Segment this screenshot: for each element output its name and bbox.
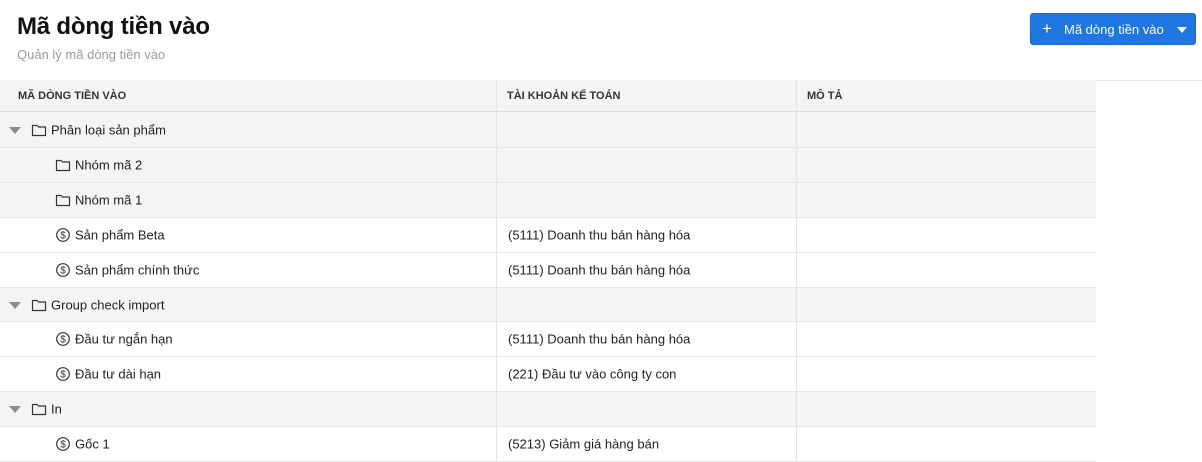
expand-triangle-icon[interactable] (9, 406, 21, 413)
row-account: (221) Đầu tư vào công ty con (508, 366, 677, 382)
table-header: MÃ DÒNG TIỀN VÀO TÀI KHOẢN KẾ TOÁN MÔ TẢ (0, 80, 1096, 112)
folder-icon (31, 401, 47, 417)
folder-icon (31, 297, 47, 313)
table-row[interactable]: $ Sản phẩm Beta (5111) Doanh thu bán hàn… (0, 218, 1096, 253)
column-header-code[interactable]: MÃ DÒNG TIỀN VÀO (8, 80, 496, 111)
table-row[interactable]: Phân loại sản phẩm (0, 112, 1096, 148)
row-name: Phân loại sản phẩm (51, 122, 166, 137)
row-name: Gốc 1 (75, 436, 110, 452)
row-name: Nhóm mã 2 (75, 157, 143, 173)
svg-text:$: $ (60, 440, 66, 451)
dollar-circle-icon: $ (55, 366, 71, 382)
row-account: (5213) Giảm giá hàng bán (508, 436, 660, 452)
row-account: (5111) Doanh thu bán hàng hóa (508, 262, 691, 278)
svg-text:$: $ (60, 266, 66, 277)
table-row[interactable]: In (0, 392, 1096, 427)
row-name: In (51, 401, 62, 417)
row-account: (5111) Doanh thu bán hàng hóa (508, 227, 691, 243)
add-cashflow-code-button[interactable]: + Mã dòng tiền vào (1030, 13, 1196, 45)
row-name: Đầu tư dài hạn (75, 366, 162, 382)
svg-text:$: $ (60, 335, 66, 346)
table-row[interactable]: $ Đầu tư dài hạn (221) Đầu tư vào công t… (0, 357, 1096, 392)
dollar-circle-icon: $ (55, 262, 71, 278)
table-row[interactable]: $ Sản phẩm chính thức (5111) Doanh thu b… (0, 253, 1096, 288)
page-subtitle: Quản lý mã dòng tiền vào (17, 47, 166, 62)
table-row[interactable]: $ Đầu tư ngắn hạn (5111) Doanh thu bán h… (0, 322, 1096, 357)
row-name: Sản phẩm Beta (75, 227, 165, 243)
row-name: Nhóm mã 1 (75, 192, 143, 208)
column-header-description[interactable]: MÔ TẢ (796, 80, 1096, 111)
dollar-circle-icon: $ (55, 331, 71, 347)
row-name: Sản phẩm chính thức (75, 262, 200, 278)
row-name: Group check import (51, 297, 165, 312)
row-name: Đầu tư ngắn hạn (75, 331, 173, 347)
row-account: (5111) Doanh thu bán hàng hóa (508, 331, 691, 347)
folder-icon (55, 192, 71, 208)
dollar-circle-icon: $ (55, 227, 71, 243)
svg-text:$: $ (60, 231, 66, 242)
folder-icon (55, 157, 71, 173)
cashflow-table: MÃ DÒNG TIỀN VÀO TÀI KHOẢN KẾ TOÁN MÔ TẢ… (0, 80, 1096, 462)
table-row[interactable]: Nhóm mã 2 (0, 148, 1096, 183)
expand-triangle-icon[interactable] (9, 126, 21, 134)
page-title: Mã dòng tiền vào (17, 13, 210, 40)
table-row[interactable]: Group check import (0, 288, 1096, 322)
folder-icon (31, 122, 47, 138)
caret-down-icon[interactable] (1177, 27, 1187, 33)
svg-text:$: $ (60, 370, 66, 381)
table-row[interactable]: $ Gốc 1 (5213) Giảm giá hàng bán (0, 427, 1096, 462)
dollar-circle-icon: $ (55, 436, 71, 452)
add-button-label: Mã dòng tiền vào (1064, 22, 1164, 37)
page-header: Mã dòng tiền vào Quản lý mã dòng tiền và… (0, 0, 1202, 80)
table-row[interactable]: Nhóm mã 1 (0, 183, 1096, 218)
expand-triangle-icon[interactable] (9, 301, 21, 309)
column-header-account[interactable]: TÀI KHOẢN KẾ TOÁN (496, 80, 796, 111)
plus-icon: + (1042, 19, 1052, 38)
